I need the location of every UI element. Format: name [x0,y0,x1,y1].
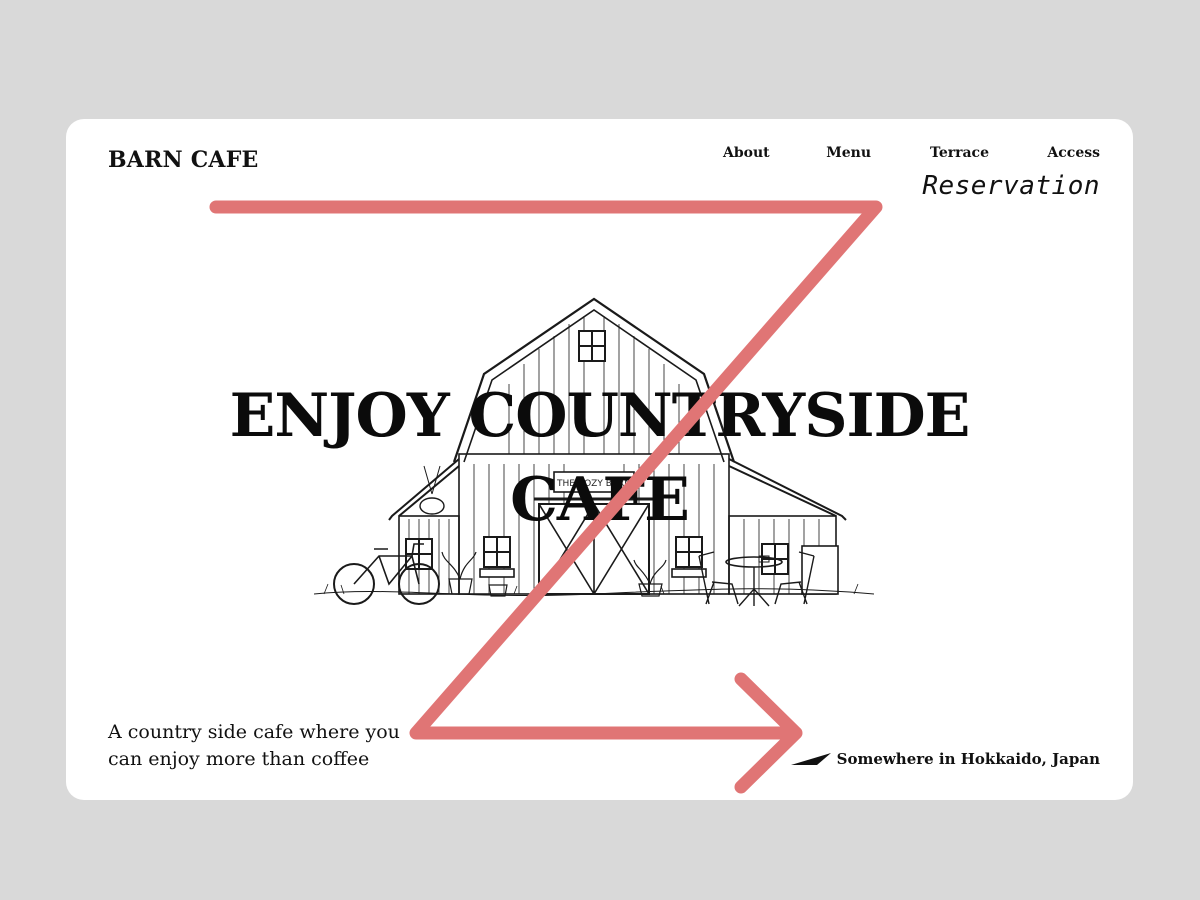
barn-illustration: THE COZY BARN [314,297,874,607]
location: Somewhere in Hokkaido, Japan [790,750,1100,768]
paper-plane-icon [790,753,831,765]
barn-sign-text: THE COZY BARN [556,479,631,489]
hero-card: BARN CAFE About Menu Terrace Access Rese… [66,119,1133,800]
location-text: Somewhere in Hokkaido, Japan [836,750,1100,768]
nav-about[interactable]: About [723,145,770,161]
main-nav: About Menu Terrace Access [723,145,1100,161]
reservation-link[interactable]: Reservation [922,171,1100,201]
hero-tagline: A country side cafe where you can enjoy … [108,721,400,770]
nav-terrace[interactable]: Terrace [871,145,989,161]
nav-menu[interactable]: Menu [765,145,871,161]
nav-access[interactable]: Access [989,145,1100,161]
site-logo[interactable]: BARN CAFE [108,147,258,173]
